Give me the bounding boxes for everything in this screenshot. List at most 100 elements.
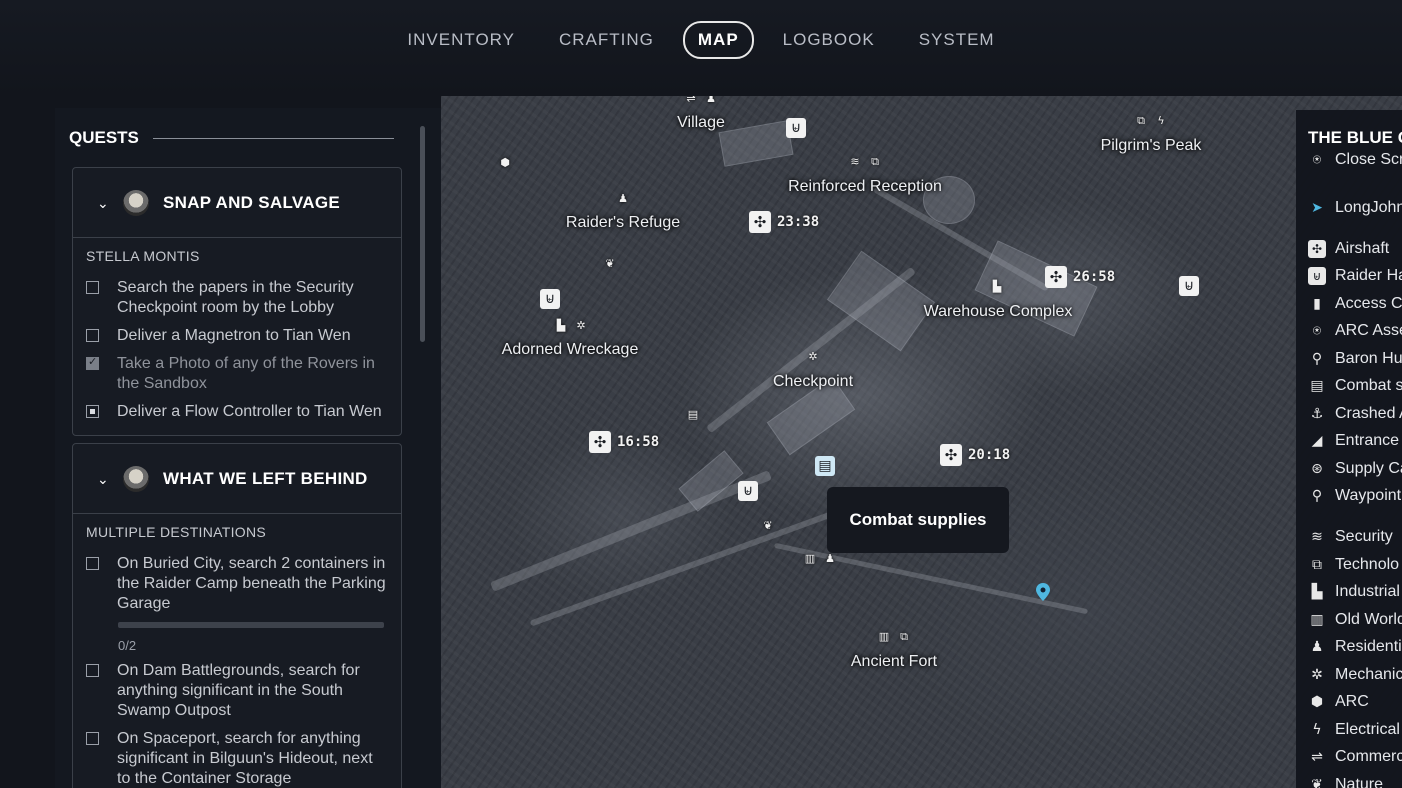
legend-item[interactable]: ✲ Mechanic — [1308, 666, 1402, 684]
legend-item[interactable]: ⊛ Supply Ca — [1308, 460, 1402, 478]
location-reinforced-reception[interactable]: Reinforced Reception — [788, 178, 942, 196]
legend-item[interactable]: ϟ Electrical — [1308, 721, 1400, 739]
legend-item[interactable]: ◢ Entrance — [1308, 432, 1399, 450]
raider-hatch-icon[interactable]: ⊌ — [540, 289, 560, 309]
tab-logbook[interactable]: LOGBOOK — [768, 21, 890, 59]
legend-item[interactable]: ⊌ Raider Ha — [1308, 267, 1402, 285]
quest-card: ⌄ WHAT WE LEFT BEHIND MULTIPLE DESTINATI… — [72, 443, 402, 788]
legend-item[interactable]: ▮ Access Ca — [1308, 295, 1402, 313]
task-checkbox[interactable] — [86, 281, 99, 294]
legend-item[interactable]: ▥ Old World — [1308, 611, 1402, 629]
map-road — [490, 470, 772, 592]
legend-label: Entrance — [1335, 432, 1400, 449]
technology-icon[interactable]: ⧉ — [1134, 114, 1148, 128]
technology-icon[interactable]: ⧉ — [868, 155, 882, 169]
legend-item[interactable]: ➤ LongJohn — [1308, 199, 1402, 217]
legend-item[interactable]: ⇌ Commerc — [1308, 748, 1402, 766]
legend-item[interactable]: ▤ Combat s — [1308, 377, 1402, 395]
quest-task: Take a Photo of any of the Rovers in the… — [73, 354, 401, 394]
legend-item[interactable]: ✣ Airshaft — [1308, 240, 1389, 258]
legend-item[interactable]: ≋ Security — [1308, 528, 1393, 546]
divider — [152, 137, 394, 139]
gear-icon[interactable]: ✲ — [806, 350, 820, 364]
legend-item[interactable]: ❦ Nature — [1308, 776, 1383, 788]
location-raiders-refuge[interactable]: Raider's Refuge — [566, 214, 680, 232]
task-checkbox[interactable] — [86, 664, 99, 677]
task-progress-label: 0/2 — [118, 638, 137, 653]
legend-item[interactable]: ⍟ ARC Asse — [1308, 322, 1402, 340]
task-checkbox[interactable] — [86, 329, 99, 342]
task-checkbox[interactable] — [86, 355, 99, 370]
nature-icon[interactable]: ❦ — [761, 519, 775, 533]
gear-icon[interactable]: ✲ — [574, 319, 588, 333]
airshaft-timer[interactable]: ✣ 26:58 — [1045, 266, 1115, 288]
tab-crafting[interactable]: CRAFTING — [544, 21, 669, 59]
map-view[interactable]: Village Pilgrim's Peak Reinforced Recept… — [441, 96, 1402, 788]
tab-map[interactable]: MAP — [682, 21, 754, 59]
security-icon: ≋ — [1311, 529, 1323, 545]
commercial-icon: ⇌ — [1311, 749, 1323, 765]
quest-task: Deliver a Magnetron to Tian Wen — [73, 326, 401, 346]
location-warehouse-complex[interactable]: Warehouse Complex — [924, 303, 1073, 321]
location-adorned-wreckage[interactable]: Adorned Wreckage — [502, 341, 639, 359]
task-checkbox[interactable] — [86, 732, 99, 745]
old-world-icon[interactable]: ▥ — [877, 630, 891, 644]
transport-icon[interactable]: ⇌ — [684, 96, 698, 106]
airshaft-timer[interactable]: ✣ 23:38 — [749, 211, 819, 233]
location-village[interactable]: Village — [677, 114, 725, 132]
airshaft-timer[interactable]: ✣ 16:58 — [589, 431, 659, 453]
combat-supplies-icon[interactable]: ▤ — [815, 456, 835, 476]
legend-item[interactable]: ⧉ Technolo — [1308, 556, 1399, 574]
chevron-down-icon[interactable]: ⌄ — [97, 196, 111, 212]
industrial-icon[interactable]: ▙ — [990, 280, 1004, 294]
crate-icon[interactable]: ▤ — [686, 408, 700, 422]
task-checkbox[interactable] — [86, 557, 99, 570]
legend-label: Access Ca — [1335, 295, 1402, 312]
legend-label: Security — [1335, 528, 1393, 545]
legend-label: Airshaft — [1335, 240, 1390, 257]
map-building — [826, 250, 936, 352]
legend-item[interactable]: ⍟ Close Scr — [1308, 151, 1402, 169]
quest-card-header[interactable]: ⌄ SNAP AND SALVAGE — [73, 168, 401, 238]
lightning-icon[interactable]: ϟ — [1154, 114, 1168, 128]
tab-inventory[interactable]: INVENTORY — [392, 21, 530, 59]
top-nav: INVENTORY CRAFTING MAP LOGBOOK SYSTEM — [0, 0, 1402, 96]
security-icon[interactable]: ≋ — [848, 155, 862, 169]
residential-icon[interactable]: ♟ — [704, 96, 718, 106]
tab-system[interactable]: SYSTEM — [904, 21, 1010, 59]
task-progress-bar — [118, 622, 384, 628]
legend-item[interactable]: ⚲ Baron Hus — [1308, 350, 1402, 368]
legend-item[interactable]: ⚓ Crashed A — [1308, 405, 1402, 423]
legend-label: Technolo — [1335, 556, 1400, 573]
technology-icon[interactable]: ⧉ — [897, 630, 911, 644]
old-world-icon: ▥ — [1310, 612, 1324, 628]
legend-item[interactable]: ⚲ Waypoint — [1308, 487, 1401, 505]
timer-value: 23:38 — [777, 214, 820, 230]
legend-label: Combat s — [1335, 377, 1402, 394]
old-world-icon[interactable]: ▥ — [803, 552, 817, 566]
legend-item[interactable]: ♟ Residenti — [1308, 638, 1402, 656]
scrollbar[interactable] — [420, 126, 425, 342]
close-scrappy-icon: ⍟ — [1312, 152, 1322, 168]
fan-icon: ✣ — [940, 444, 962, 466]
task-checkbox[interactable] — [86, 405, 99, 418]
location-pilgrims-peak[interactable]: Pilgrim's Peak — [1101, 137, 1202, 155]
legend-item[interactable]: ▙ Industrial — [1308, 583, 1400, 601]
legend-label: Electrical — [1335, 721, 1400, 738]
quest-card-header[interactable]: ⌄ WHAT WE LEFT BEHIND — [73, 444, 401, 514]
raider-hatch-icon[interactable]: ⊌ — [1179, 276, 1199, 296]
industrial-icon[interactable]: ▙ — [554, 319, 568, 333]
location-ancient-fort[interactable]: Ancient Fort — [851, 653, 937, 671]
legend-item[interactable]: ⬢ ARC — [1308, 693, 1369, 711]
fan-icon: ✣ — [589, 431, 611, 453]
arc-icon[interactable]: ⬢ — [498, 156, 512, 170]
airshaft-timer[interactable]: ✣ 20:18 — [940, 444, 1010, 466]
chevron-down-icon[interactable]: ⌄ — [97, 472, 111, 488]
location-checkpoint[interactable]: Checkpoint — [773, 373, 853, 391]
waypoint-pin-icon[interactable] — [1036, 583, 1050, 601]
nature-icon[interactable]: ❦ — [603, 257, 617, 271]
raider-hatch-icon[interactable]: ⊌ — [786, 118, 806, 138]
raider-hatch-icon[interactable]: ⊌ — [738, 481, 758, 501]
residential-icon[interactable]: ♟ — [616, 192, 630, 206]
residential-icon[interactable]: ♟ — [823, 552, 837, 566]
